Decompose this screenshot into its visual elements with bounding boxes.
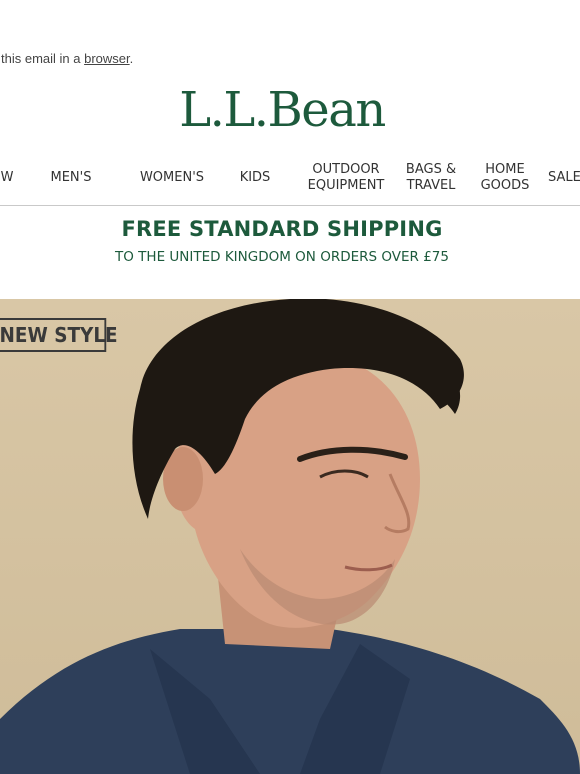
- nav-item-outdoor-equipment[interactable]: OUTDOOR EQUIPMENT: [300, 160, 392, 196]
- preheader-suffix: .: [129, 51, 134, 66]
- nav-divider: [0, 205, 580, 206]
- nav-item-kids[interactable]: KIDS: [232, 160, 278, 196]
- preheader-text: w this email in a: [0, 51, 81, 66]
- nav-item-home-goods[interactable]: HOME GOODS: [472, 160, 538, 196]
- nav-item-new[interactable]: W: [0, 160, 18, 196]
- nav-item-bags-travel[interactable]: BAGS & TRAVEL: [398, 160, 464, 196]
- shipping-title[interactable]: FREE STANDARD SHIPPING: [0, 217, 564, 241]
- hero-illustration: [0, 299, 580, 774]
- new-style-badge: NEW STYLE: [0, 318, 118, 352]
- main-nav: W MEN'S WOMEN'S KIDS OUTDOOR EQUIPMENT BA…: [0, 160, 580, 196]
- view-in-browser-link[interactable]: browser: [84, 51, 130, 66]
- shipping-subtitle[interactable]: TO THE UNITED KINGDOM ON ORDERS OVER £75: [0, 249, 564, 265]
- hero-image[interactable]: NEW STYLE: [0, 299, 580, 774]
- preheader: w this email in a browser.: [0, 51, 133, 66]
- nav-item-mens[interactable]: MEN'S: [40, 160, 102, 196]
- nav-item-womens[interactable]: WOMEN'S: [132, 160, 212, 196]
- nav-item-sale[interactable]: SALE: [548, 160, 580, 196]
- llbean-logo[interactable]: L.L.Bean: [0, 78, 564, 142]
